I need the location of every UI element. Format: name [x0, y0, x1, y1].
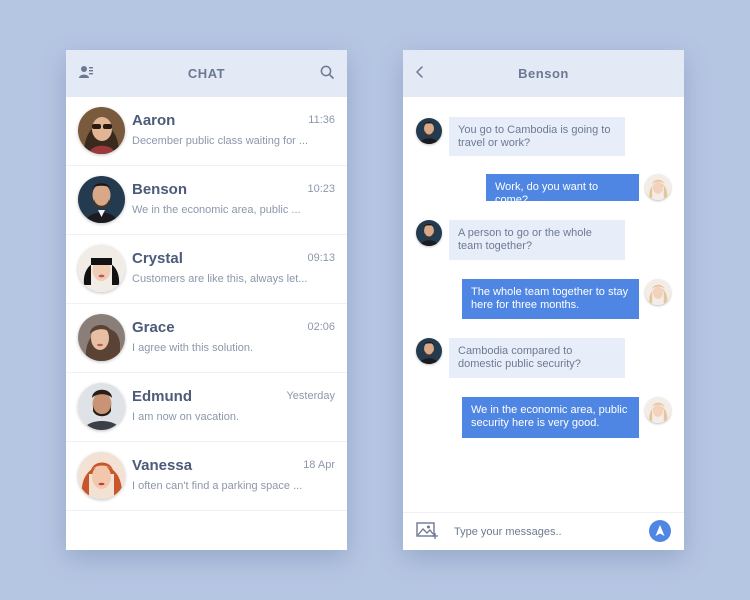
contact-item-aaron[interactable]: Aaron 11:36 December public class waitin… [66, 97, 347, 166]
avatar [78, 314, 125, 361]
contact-item-grace[interactable]: Grace 02:06 I agree with this solution. [66, 304, 347, 373]
avatar [78, 383, 125, 430]
contact-item-benson[interactable]: Benson 10:23 We in the economic area, pu… [66, 166, 347, 235]
conversation-header: Benson [403, 50, 684, 97]
conversation-panel: Benson You go to Cambodia is going to tr… [403, 50, 684, 550]
contact-name: Vanessa [132, 457, 193, 474]
message-bubble-incoming: Cambodia compared to domestic public sec… [449, 338, 625, 378]
contact-time: Yesterday [286, 390, 335, 402]
contacts-icon[interactable] [79, 65, 93, 84]
contact-name: Aaron [132, 112, 176, 129]
avatar [78, 245, 125, 292]
contact-name: Grace [132, 319, 175, 336]
contact-preview: December public class waiting for ... [132, 135, 309, 147]
avatar [645, 397, 671, 423]
avatar [78, 452, 125, 499]
contact-time: 11:36 [308, 114, 335, 126]
search-icon[interactable] [320, 65, 334, 84]
contact-item-crystal[interactable]: Crystal 09:13 Customers are like this, a… [66, 235, 347, 304]
contact-preview: I agree with this solution. [132, 342, 254, 354]
contact-preview: Customers are like this, always let... [132, 273, 308, 285]
avatar [78, 176, 125, 223]
message-composer [403, 512, 684, 550]
contact-preview: We in the economic area, public ... [132, 204, 301, 216]
chevron-left-icon[interactable] [414, 65, 426, 84]
chat-list-panel: CHAT Aaron 11:36 December public class w… [66, 50, 347, 550]
chat-list-header: CHAT [66, 50, 347, 97]
send-button[interactable] [649, 520, 671, 542]
contact-preview: I often can't find a parking space ... [132, 480, 303, 492]
contact-preview: I am now on vacation. [132, 411, 240, 423]
contact-name: Benson [132, 181, 188, 198]
message-bubble-outgoing: We in the economic area, public security… [462, 397, 639, 438]
message-input[interactable] [454, 523, 634, 541]
avatar [416, 220, 442, 246]
avatar [645, 174, 671, 200]
contact-item-edmund[interactable]: Edmund Yesterday I am now on vacation. [66, 373, 347, 442]
avatar [78, 107, 125, 154]
contact-time: 09:13 [307, 252, 335, 264]
message-bubble-outgoing: Work, do you want to come? [486, 174, 639, 206]
avatar [416, 118, 442, 144]
message-bubble-incoming: You go to Cambodia is going to travel or… [449, 117, 625, 156]
conversation-title: Benson [518, 66, 569, 81]
contact-item-vanessa[interactable]: Vanessa 18 Apr I often can't find a park… [66, 442, 347, 511]
page-title: CHAT [187, 66, 226, 81]
avatar [416, 338, 442, 364]
message-bubble-incoming: A person to go or the whole team togethe… [449, 220, 625, 260]
contact-name: Crystal [132, 250, 183, 267]
message-bubble-outgoing: The whole team together to stay here for… [462, 279, 639, 319]
contact-name: Edmund [132, 388, 192, 405]
send-icon [655, 525, 665, 536]
avatar [645, 279, 671, 305]
contact-time: 02:06 [307, 321, 335, 333]
add-image-icon[interactable] [416, 522, 438, 545]
contact-time: 18 Apr [303, 459, 335, 471]
contact-time: 10:23 [307, 183, 335, 195]
